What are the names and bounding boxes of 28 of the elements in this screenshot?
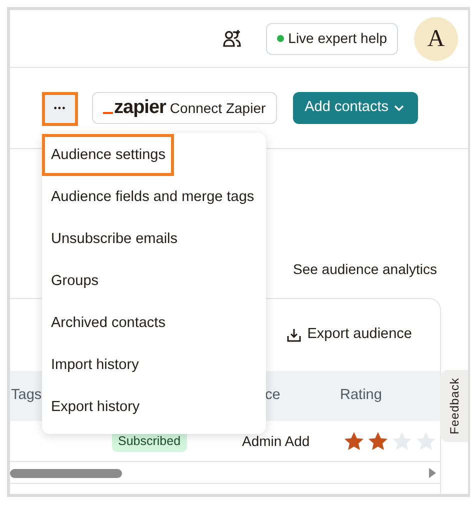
star-icon[interactable] <box>392 432 412 450</box>
download-icon <box>287 328 302 342</box>
menu-item[interactable]: Unsubscribe emails <box>42 218 187 260</box>
scroll-right-icon[interactable] <box>429 468 436 478</box>
column-header: ce <box>265 386 280 406</box>
star-icon[interactable] <box>416 432 436 450</box>
people-icon[interactable] <box>223 29 242 48</box>
avatar[interactable]: A <box>414 16 458 60</box>
feedback-tab[interactable]: Feedback <box>440 370 468 442</box>
menu-item[interactable]: Archived contacts <box>42 302 174 344</box>
menu-item[interactable]: Audience settings <box>42 134 174 176</box>
more-button[interactable]: ••• <box>42 92 78 126</box>
menu-item[interactable]: Audience fields and merge tags <box>42 176 264 218</box>
export-audience-button[interactable]: Export audience <box>287 324 412 346</box>
help-button[interactable]: Live expert help <box>266 22 398 54</box>
menu-item[interactable]: Export history <box>42 386 149 428</box>
add-contacts-button[interactable]: Add contacts <box>292 92 418 124</box>
menu-item[interactable]: Groups <box>42 260 108 302</box>
column-header: Tags <box>11 386 42 406</box>
star-icon[interactable] <box>344 432 364 450</box>
table-cell-text: Admin Add <box>242 432 310 450</box>
star-icon[interactable] <box>368 432 388 450</box>
column-header: Rating <box>340 386 382 406</box>
scrollbar-thumb[interactable] <box>10 469 122 478</box>
analytics-link[interactable]: See audience analytics <box>293 261 437 277</box>
connect-zapier-button[interactable]: zapier Connect Zapier <box>92 92 277 124</box>
menu-item[interactable]: Import history <box>42 344 148 386</box>
chevron-down-icon <box>392 103 406 113</box>
